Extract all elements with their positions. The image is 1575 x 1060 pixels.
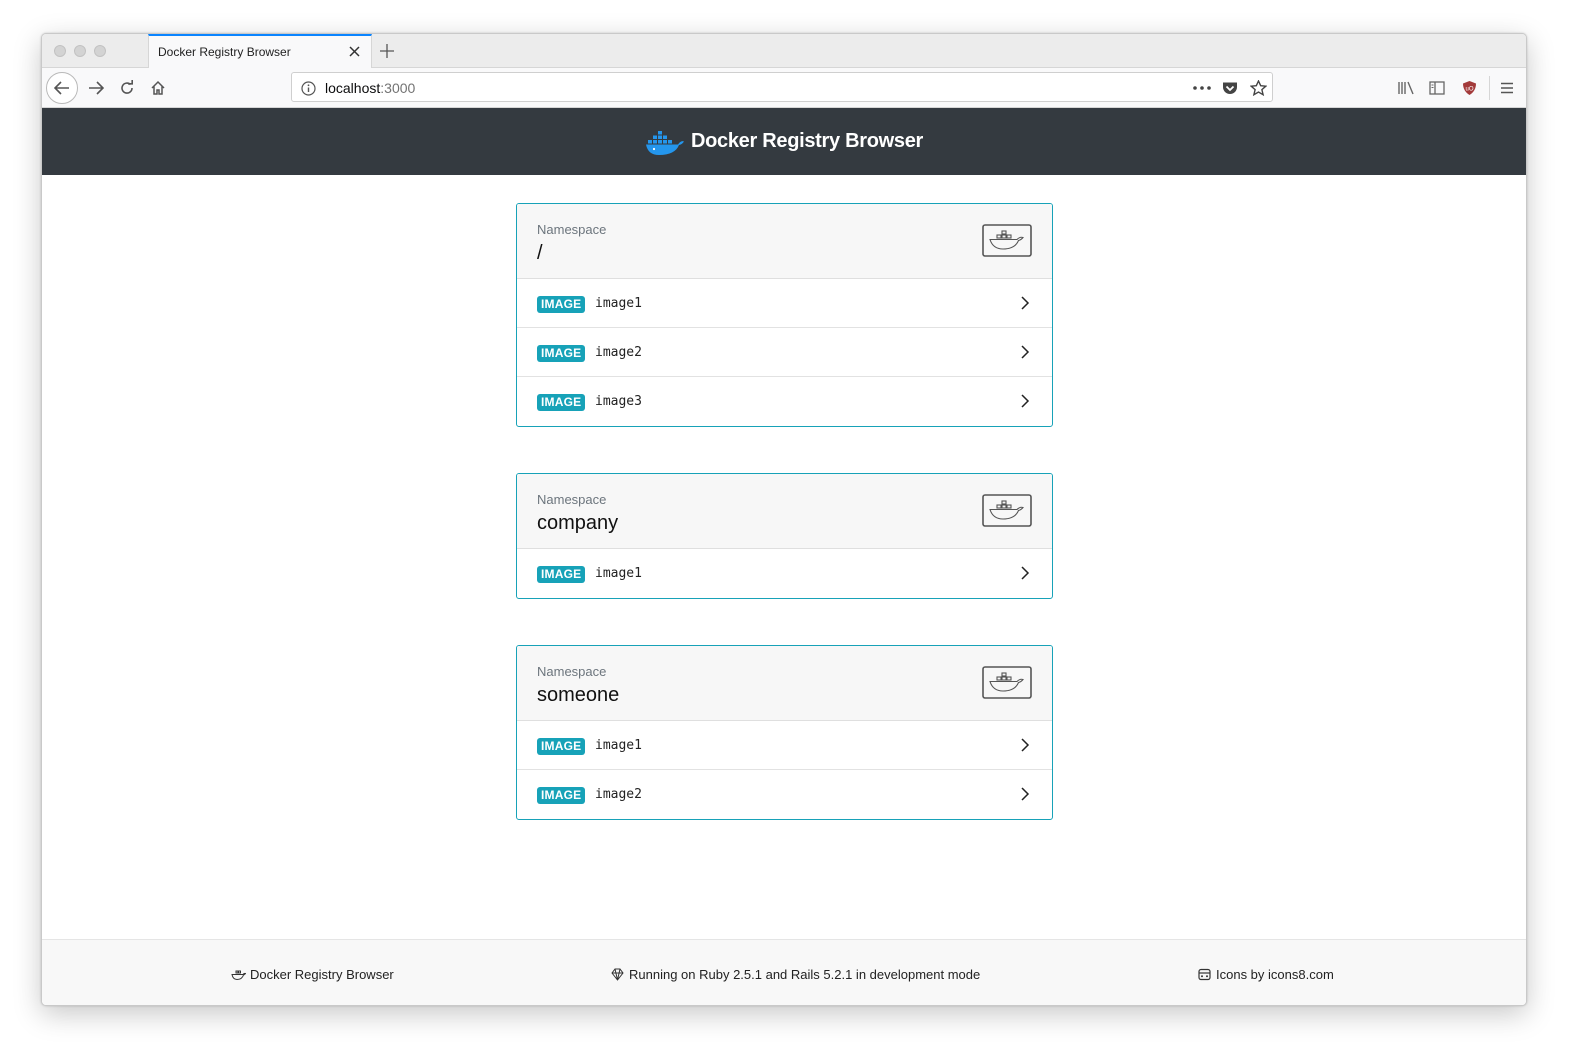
chevron-right-icon[interactable] [1018, 295, 1032, 311]
chevron-right-icon[interactable] [1018, 565, 1032, 581]
footer-brand[interactable]: Docker Registry Browser [231, 967, 394, 982]
footer-brand-text: Docker Registry Browser [250, 967, 394, 982]
sidebar-toggle-icon[interactable] [1423, 74, 1451, 102]
image-row[interactable]: IMAGE image1 [517, 279, 1052, 328]
image-row[interactable]: IMAGE image2 [517, 328, 1052, 377]
footer-runtime-text: Running on Ruby 2.5.1 and Rails 5.2.1 in… [629, 967, 981, 982]
image-row[interactable]: IMAGE image3 [517, 377, 1052, 426]
image-name[interactable]: image1 [595, 296, 642, 311]
close-tab-icon[interactable] [345, 42, 363, 60]
url-text[interactable]: localhost:3000 [325, 80, 415, 96]
namespace-header: Namespace / [517, 204, 1052, 279]
footer-icons-credit[interactable]: Icons by icons8.com [1197, 967, 1334, 982]
image-badge: IMAGE [537, 296, 586, 313]
chevron-right-icon[interactable] [1018, 393, 1032, 409]
image-badge: IMAGE [537, 566, 586, 583]
library-icon[interactable] [1392, 74, 1420, 102]
namespace-card: Namespace someone IMAGE image1 IMAGE ima… [516, 645, 1053, 820]
image-name[interactable]: image2 [595, 787, 642, 802]
footer-icons-credit-text: Icons by icons8.com [1216, 967, 1334, 982]
pocket-icon[interactable] [1220, 78, 1240, 98]
ruby-gem-icon [611, 968, 624, 981]
menu-icon[interactable] [1493, 74, 1521, 102]
page-actions-icon[interactable] [1192, 78, 1212, 98]
namespace-label: Namespace [537, 222, 607, 237]
new-tab-icon[interactable] [376, 40, 398, 62]
image-row[interactable]: IMAGE image1 [517, 549, 1052, 598]
forward-arrow-icon[interactable] [82, 74, 110, 102]
image-badge: IMAGE [537, 394, 586, 411]
chevron-right-icon[interactable] [1018, 786, 1032, 802]
window-zoom-button[interactable] [94, 45, 106, 57]
page-footer: Docker Registry Browser Running on Ruby … [42, 939, 1526, 1005]
docker-whale-icon [231, 970, 246, 981]
namespace-card: Namespace company IMAGE image1 [516, 473, 1053, 599]
url-host: localhost [325, 80, 381, 96]
app-header: Docker Registry Browser [42, 108, 1526, 175]
image-name[interactable]: image1 [595, 738, 642, 753]
namespace-name: / [537, 242, 543, 264]
browser-tab[interactable]: Docker Registry Browser [148, 34, 372, 68]
namespace-header: Namespace company [517, 474, 1052, 549]
image-name[interactable]: image2 [595, 345, 642, 360]
tab-title: Docker Registry Browser [158, 45, 291, 59]
window-close-button[interactable] [54, 45, 66, 57]
image-row[interactable]: IMAGE image1 [517, 721, 1052, 770]
site-info-icon[interactable] [300, 80, 316, 96]
brand-title[interactable]: Docker Registry Browser [691, 130, 923, 153]
docker-namespace-icon [982, 494, 1032, 527]
home-icon[interactable] [144, 74, 172, 102]
navigation-toolbar: localhost:3000 uO [42, 68, 1526, 108]
browser-window: Docker Registry Browser localhost:3000 u… [41, 33, 1527, 1006]
bookmark-star-icon[interactable] [1248, 78, 1268, 98]
namespace-header: Namespace someone [517, 646, 1052, 721]
docker-namespace-icon [982, 224, 1032, 257]
docker-whale-icon [645, 130, 684, 155]
namespace-list: Namespace / IMAGE image1 IMAGE image2 IM… [42, 175, 1526, 939]
back-arrow-icon[interactable] [46, 72, 78, 104]
url-port: :3000 [380, 80, 416, 96]
chevron-right-icon[interactable] [1018, 737, 1032, 753]
image-badge: IMAGE [537, 345, 586, 362]
tab-strip: Docker Registry Browser [42, 34, 1526, 68]
image-row[interactable]: IMAGE image2 [517, 770, 1052, 819]
window-minimize-button[interactable] [74, 45, 86, 57]
image-badge: IMAGE [537, 738, 586, 755]
chevron-right-icon[interactable] [1018, 344, 1032, 360]
footer-runtime: Running on Ruby 2.5.1 and Rails 5.2.1 in… [610, 967, 980, 982]
toolbar-divider [1489, 76, 1490, 100]
ublock-shield-icon[interactable]: uO [1455, 74, 1483, 102]
docker-namespace-icon [982, 666, 1032, 699]
image-badge: IMAGE [537, 787, 586, 804]
namespace-label: Namespace [537, 664, 607, 679]
namespace-label: Namespace [537, 492, 607, 507]
url-bar[interactable]: localhost:3000 [291, 72, 1273, 102]
icons8-logo-icon [1198, 968, 1211, 981]
svg-text:uO: uO [1465, 87, 1473, 93]
namespace-name: company [537, 512, 619, 534]
image-name[interactable]: image3 [595, 394, 642, 409]
namespace-name: someone [537, 684, 620, 706]
image-name[interactable]: image1 [595, 566, 642, 581]
namespace-card: Namespace / IMAGE image1 IMAGE image2 IM… [516, 203, 1053, 427]
reload-icon[interactable] [113, 74, 141, 102]
